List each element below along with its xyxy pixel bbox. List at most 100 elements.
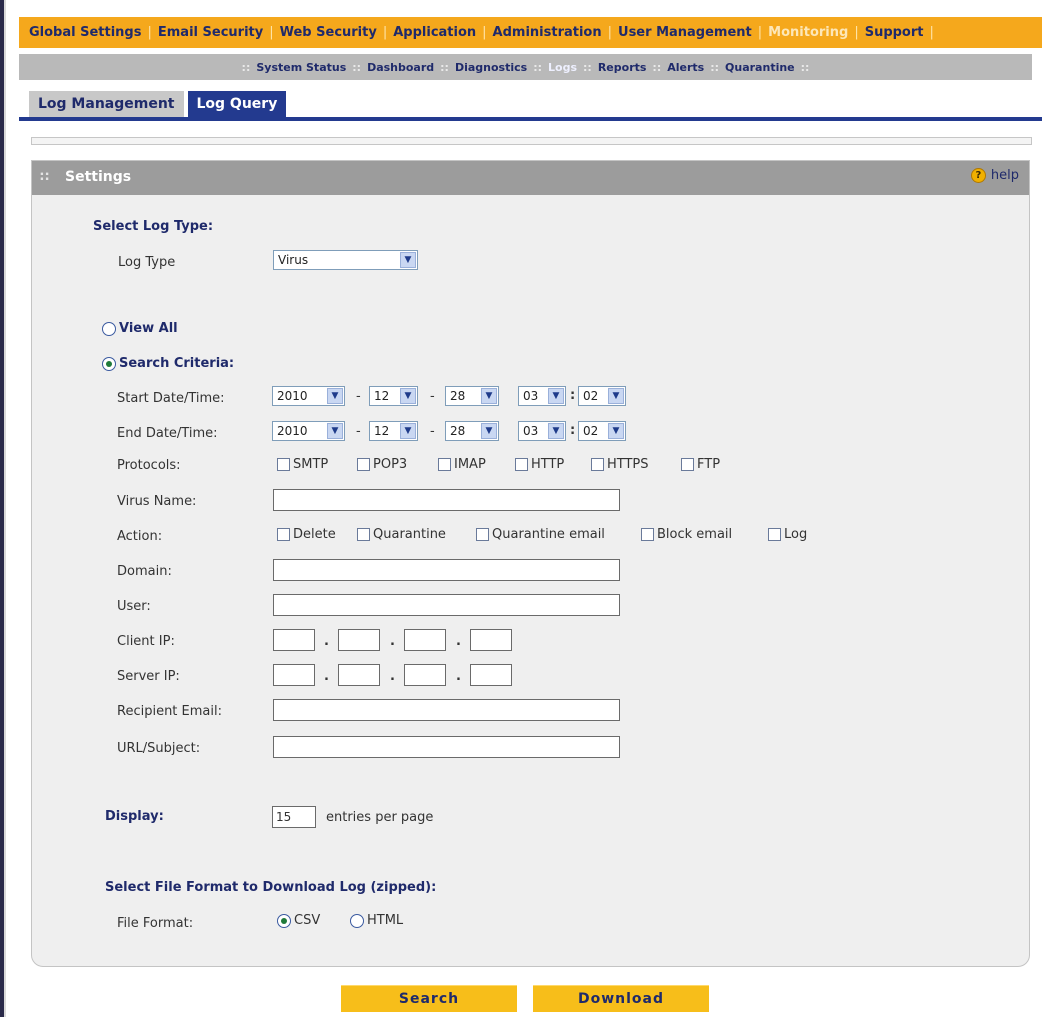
- download-button[interactable]: Download: [533, 985, 709, 1012]
- checkbox-box: [768, 528, 781, 541]
- window-left-edge: [4, 0, 6, 1017]
- chevron-down-icon: ▼: [327, 423, 343, 439]
- checkbox-box: [357, 528, 370, 541]
- top-nav-email-security[interactable]: Email Security: [158, 25, 263, 40]
- subnav-quarantine[interactable]: Quarantine: [725, 61, 795, 74]
- log-type-select[interactable]: Virus ▼: [273, 250, 418, 270]
- ip-separator: .: [456, 634, 461, 649]
- subnav-reports[interactable]: Reports: [598, 61, 647, 74]
- client-ip-octet-1[interactable]: [273, 629, 315, 651]
- file-format-csv-radio[interactable]: CSV: [277, 913, 320, 928]
- end-month-select[interactable]: 12 ▼: [369, 421, 418, 441]
- top-nav-support[interactable]: Support: [865, 25, 924, 40]
- log-type-label: Log Type: [118, 255, 176, 270]
- protocol-smtp-checkbox[interactable]: SMTP: [277, 457, 328, 472]
- chevron-down-icon: ▼: [481, 423, 497, 439]
- protocol-label: HTTPS: [607, 457, 649, 472]
- domain-label: Domain:: [117, 564, 172, 579]
- start-year-select[interactable]: 2010 ▼: [272, 386, 345, 406]
- radio-selected-dot: [106, 360, 112, 367]
- ip-separator: .: [456, 669, 461, 684]
- start-year-value: 2010: [277, 389, 308, 403]
- action-quarantine-email-checkbox[interactable]: Quarantine email: [476, 527, 605, 542]
- protocol-ftp-checkbox[interactable]: FTP: [681, 457, 720, 472]
- sub-nav: :: System Status :: Dashboard :: Diagnos…: [19, 54, 1032, 80]
- start-month-select[interactable]: 12 ▼: [369, 386, 418, 406]
- help-label: help: [990, 168, 1019, 183]
- top-nav-monitoring[interactable]: Monitoring: [768, 25, 848, 40]
- protocol-label: IMAP: [454, 457, 486, 472]
- action-log-checkbox[interactable]: Log: [768, 527, 807, 542]
- action-delete-checkbox[interactable]: Delete: [277, 527, 336, 542]
- start-day-select[interactable]: 28 ▼: [445, 386, 499, 406]
- end-year-select[interactable]: 2010 ▼: [272, 421, 345, 441]
- subnav-system-status[interactable]: System Status: [256, 61, 346, 74]
- top-nav-administration[interactable]: Administration: [493, 25, 602, 40]
- subnav-dashboard[interactable]: Dashboard: [367, 61, 434, 74]
- radio-circle: [350, 913, 364, 928]
- start-hour-select[interactable]: 03 ▼: [518, 386, 566, 406]
- end-minute-select[interactable]: 02 ▼: [578, 421, 626, 441]
- nav-separator: |: [854, 25, 859, 40]
- tab-bar: Log Management Log Query: [29, 91, 290, 118]
- chevron-down-icon: ▼: [481, 388, 497, 404]
- server-ip-octet-1[interactable]: [273, 664, 315, 686]
- client-ip-octet-4[interactable]: [470, 629, 512, 651]
- top-nav-user-management[interactable]: User Management: [618, 25, 752, 40]
- protocol-https-checkbox[interactable]: HTTPS: [591, 457, 649, 472]
- entries-per-page-input[interactable]: 15: [272, 806, 316, 828]
- subnav-diagnostics[interactable]: Diagnostics: [455, 61, 527, 74]
- server-ip-octet-3[interactable]: [404, 664, 446, 686]
- subnav-separator: ::: [710, 60, 720, 74]
- chevron-down-icon: ▼: [608, 388, 624, 404]
- message-strip: [31, 137, 1032, 145]
- start-minute-select[interactable]: 02 ▼: [578, 386, 626, 406]
- user-input[interactable]: [273, 594, 620, 616]
- domain-input[interactable]: [273, 559, 620, 581]
- action-quarantine-checkbox[interactable]: Quarantine: [357, 527, 446, 542]
- search-criteria-radio[interactable]: Search Criteria:: [102, 356, 234, 371]
- nav-separator: |: [607, 25, 613, 40]
- panel-title: Settings: [65, 169, 132, 185]
- recipient-email-input[interactable]: [273, 699, 620, 721]
- help-link[interactable]: ? help: [970, 168, 1019, 183]
- end-day-select[interactable]: 28 ▼: [445, 421, 499, 441]
- tab-log-query[interactable]: Log Query: [187, 91, 287, 118]
- subnav-separator: ::: [440, 60, 449, 74]
- protocol-label: SMTP: [293, 457, 329, 472]
- protocol-label: FTP: [697, 457, 721, 472]
- protocol-pop3-checkbox[interactable]: POP3: [357, 457, 407, 472]
- top-nav-global-settings[interactable]: Global Settings: [29, 25, 141, 40]
- client-ip-octet-2[interactable]: [338, 629, 380, 651]
- protocol-imap-checkbox[interactable]: IMAP: [438, 457, 486, 472]
- start-hour-value: 03: [523, 389, 539, 403]
- checkbox-box: [591, 458, 604, 471]
- action-option-label: Quarantine email: [492, 527, 605, 542]
- server-ip-octet-2[interactable]: [338, 664, 380, 686]
- client-ip-label: Client IP:: [117, 634, 175, 649]
- url-subject-input[interactable]: [273, 736, 620, 758]
- top-nav-web-security[interactable]: Web Security: [280, 25, 377, 40]
- select-log-type-heading: Select Log Type:: [93, 219, 214, 234]
- server-ip-octet-4[interactable]: [470, 664, 512, 686]
- top-nav-application[interactable]: Application: [393, 25, 476, 40]
- end-hour-select[interactable]: 03 ▼: [518, 421, 566, 441]
- recipient-email-label: Recipient Email:: [117, 704, 222, 719]
- end-minute-value: 02: [583, 424, 599, 438]
- action-block-email-checkbox[interactable]: Block email: [641, 527, 732, 542]
- protocol-http-checkbox[interactable]: HTTP: [515, 457, 564, 472]
- tab-log-management[interactable]: Log Management: [29, 91, 184, 118]
- file-format-html-radio[interactable]: HTML: [350, 913, 403, 928]
- subnav-logs[interactable]: Logs: [548, 61, 577, 74]
- protocol-label: HTTP: [531, 457, 565, 472]
- action-option-label: Delete: [293, 527, 336, 542]
- virus-name-input[interactable]: [273, 489, 620, 511]
- search-button[interactable]: Search: [341, 985, 517, 1012]
- radio-circle: [102, 321, 116, 336]
- view-all-radio[interactable]: View All: [102, 321, 178, 336]
- nav-separator: |: [482, 25, 487, 40]
- subnav-alerts[interactable]: Alerts: [667, 61, 704, 74]
- ip-separator: .: [390, 634, 395, 649]
- client-ip-octet-3[interactable]: [404, 629, 446, 651]
- ip-separator: .: [390, 669, 395, 684]
